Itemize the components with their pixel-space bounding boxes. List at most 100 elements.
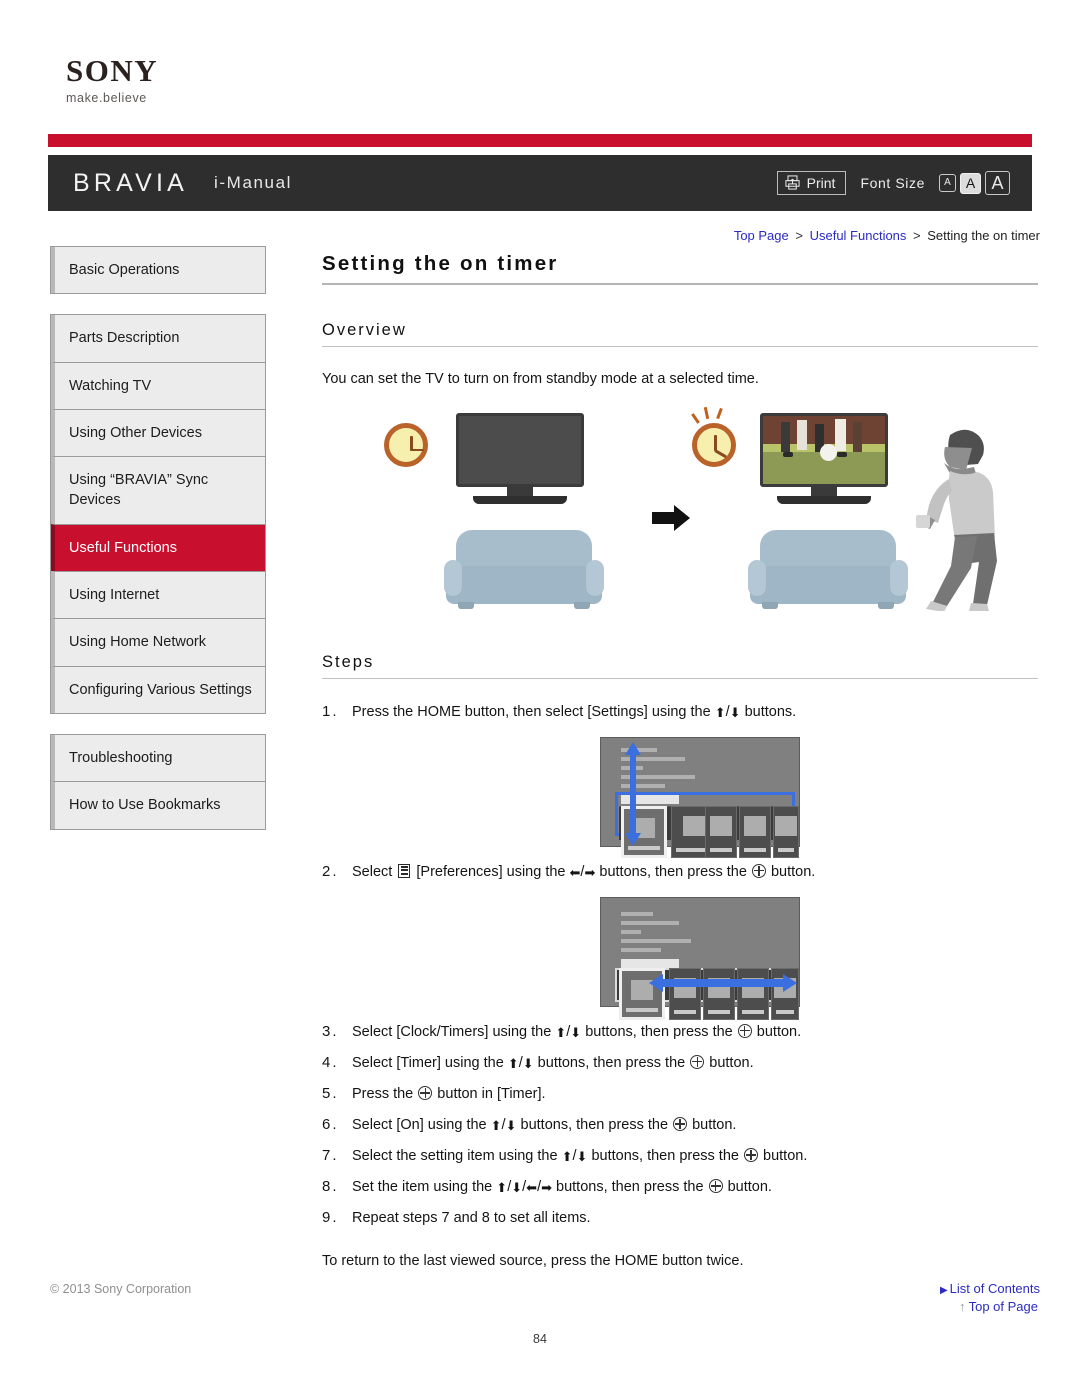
step-number: 7. [322, 1146, 339, 1164]
step-item: 8. Set the item using the ⬆/⬇/⬅/➡ button… [322, 1176, 1038, 1198]
step-item: 6. Select [On] using the ⬆/⬇ buttons, th… [322, 1114, 1038, 1136]
tv-off-icon [456, 412, 584, 504]
arrow-up-icon: ⬆ [561, 1148, 573, 1164]
illustration-scene-after [691, 405, 1022, 617]
step-text: Select [On] using the ⬆/⬇ buttons, then … [352, 1116, 737, 1133]
step-text: Select [Clock/Timers] using the ⬆/⬇ butt… [352, 1023, 802, 1040]
menu-screenshot-home [600, 736, 800, 858]
breadcrumb-item-top-page[interactable]: Top Page [734, 228, 789, 243]
list-of-contents-link[interactable]: List of Contents [950, 1281, 1040, 1296]
step-number: 4. [322, 1053, 339, 1071]
step-text: Select [Timer] using the ⬆/⬇ buttons, th… [352, 1054, 754, 1071]
breadcrumb-item-useful-functions[interactable]: Useful Functions [810, 228, 907, 243]
step-text: Select [Preferences] using the ⬅/➡ butto… [352, 863, 816, 880]
sidebar-item-watching-tv[interactable]: Watching TV [51, 361, 265, 409]
arrow-right-icon: ➡ [541, 1179, 552, 1195]
arrow-left-icon: ⬅ [526, 1179, 538, 1195]
step-number: 2. [322, 862, 339, 880]
step-number: 3. [322, 1022, 339, 1040]
step-item: 5. Press the button in [Timer]. [322, 1083, 1038, 1105]
print-button[interactable]: Print [776, 171, 847, 195]
arrow-down-icon: ⬇ [570, 1024, 582, 1040]
title-divider [322, 283, 1038, 285]
arrow-up-down-icon [625, 741, 641, 846]
arrow-up-icon: ⬆ [496, 1179, 508, 1195]
bravia-wordmark: BRAVIA [73, 168, 189, 197]
arrow-down-icon: ⬇ [505, 1117, 517, 1133]
arrow-up-small-icon: ↑ [959, 1298, 966, 1314]
page-footer: © 2013 Sony Corporation ▶ List of Content… [50, 1281, 1040, 1296]
step-item: 9. Repeat steps 7 and 8 to set all items… [322, 1207, 1038, 1229]
enter-button-icon [751, 863, 766, 878]
sidebar-group-1: Basic Operations [50, 246, 266, 295]
sony-logo: SONY make.believe [66, 55, 158, 105]
enter-button-icon [418, 1085, 433, 1100]
arrow-up-icon: ⬆ [555, 1024, 567, 1040]
overview-text: You can set the TV to turn on from stand… [322, 371, 759, 387]
sidebar-item-using-bravia-sync-devices[interactable]: Using “BRAVIA” Sync Devices [51, 456, 265, 524]
imanual-label: i-Manual [214, 173, 293, 192]
font-size-buttons: A A A [939, 171, 1010, 195]
arrow-right-icon [652, 504, 690, 531]
arrow-left-right-icon [649, 973, 797, 992]
sidebar-item-useful-functions[interactable]: Useful Functions [51, 523, 265, 572]
arrow-up-icon: ⬆ [714, 704, 726, 720]
step-text: Set the item using the ⬆/⬇/⬅/➡ buttons, … [352, 1178, 772, 1195]
sidebar-item-how-to-use-bookmarks[interactable]: How to Use Bookmarks [51, 781, 265, 829]
step-text: Press the HOME button, then select [Sett… [352, 703, 797, 720]
page-title: Setting the on timer [322, 252, 559, 275]
steps-divider [322, 677, 1038, 679]
enter-button-icon [673, 1116, 688, 1131]
sidebar-item-configuring-various-settings[interactable]: Configuring Various Settings [51, 665, 265, 713]
step-text: Repeat steps 7 and 8 to set all items. [352, 1209, 591, 1226]
printer-icon [785, 175, 800, 190]
overview-divider [322, 346, 1038, 347]
header-accent-bar [48, 134, 1032, 147]
breadcrumb: Top Page > Useful Functions > Setting th… [734, 228, 1040, 243]
sidebar: Basic Operations Parts Description Watch… [50, 246, 266, 830]
step-item: 3. Select [Clock/Timers] using the ⬆/⬇ b… [322, 1021, 1038, 1043]
preferences-icon [398, 863, 411, 878]
copyright-text: © 2013 Sony Corporation [50, 1281, 192, 1296]
sidebar-group-2: Parts Description Watching TV Using Othe… [50, 314, 266, 714]
step-number: 6. [322, 1115, 339, 1133]
enter-button-icon [690, 1054, 705, 1069]
sidebar-item-basic-operations[interactable]: Basic Operations [51, 247, 265, 294]
top-of-page-link[interactable]: Top of Page [969, 1299, 1038, 1314]
print-button-label: Print [806, 174, 836, 191]
arrow-up-icon: ⬆ [490, 1117, 502, 1133]
menu-screenshot-preferences [600, 896, 800, 1020]
breadcrumb-separator: > [795, 228, 803, 243]
sidebar-item-using-home-network[interactable]: Using Home Network [51, 618, 265, 666]
steps-list: 1. Press the HOME button, then select [S… [322, 701, 1038, 1229]
step-item: 1. Press the HOME button, then select [S… [322, 701, 1038, 723]
sidebar-group-3: Troubleshooting How to Use Bookmarks [50, 733, 266, 830]
arrow-down-icon: ⬇ [522, 1055, 534, 1071]
tv-on-soccer-icon [760, 412, 888, 504]
arrow-left-icon: ⬅ [569, 864, 581, 880]
header-tools: Print Font Size A A A [776, 171, 1010, 195]
triangle-right-icon: ▶ [939, 1285, 948, 1296]
sidebar-item-using-internet[interactable]: Using Internet [51, 571, 265, 619]
font-size-large-button[interactable]: A [985, 171, 1010, 195]
arrow-down-icon: ⬇ [511, 1179, 523, 1195]
list-of-contents-wrap: ▶ List of Contents [940, 1281, 1040, 1296]
step-number: 9. [322, 1208, 339, 1226]
sidebar-item-using-other-devices[interactable]: Using Other Devices [51, 408, 265, 457]
sofa-icon [444, 529, 604, 610]
steps-heading: Steps [322, 652, 375, 671]
main-content: Setting the on timer Overview You can se… [322, 252, 1038, 1314]
sidebar-item-parts-description[interactable]: Parts Description [51, 315, 265, 362]
step-item: 2. Select [Preferences] using the ⬅/➡ bu… [322, 861, 1038, 883]
font-size-medium-button[interactable]: A [960, 172, 981, 194]
breadcrumb-separator: > [913, 228, 921, 243]
sidebar-item-troubleshooting[interactable]: Troubleshooting [51, 734, 265, 782]
arrow-up-icon: ⬆ [507, 1055, 519, 1071]
enter-button-icon [708, 1178, 723, 1193]
font-size-small-button[interactable]: A [939, 174, 956, 192]
person-walking-icon [916, 429, 997, 611]
step-number: 1. [322, 702, 339, 720]
top-of-page-link-wrap: ↑ Top of Page [322, 1299, 1038, 1314]
arrow-right-icon: ➡ [584, 864, 596, 880]
step-number: 5. [322, 1084, 339, 1102]
